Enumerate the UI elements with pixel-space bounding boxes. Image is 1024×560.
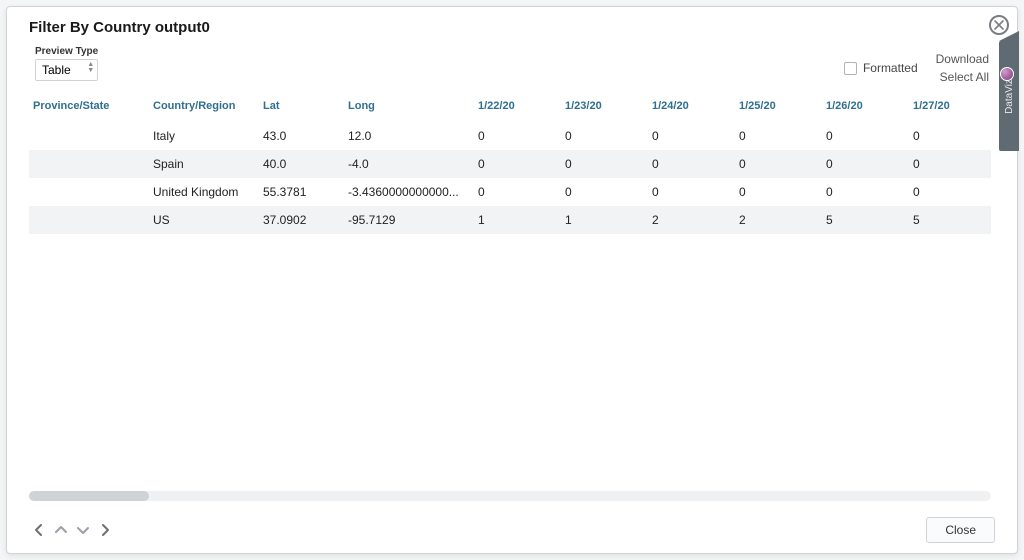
cell <box>29 150 149 178</box>
col-header[interactable]: Long <box>344 92 474 122</box>
cell: 0 <box>474 150 561 178</box>
col-header[interactable]: 1/23/20 <box>561 92 648 122</box>
cell: 37.0902 <box>259 206 344 234</box>
preview-type-value: Table <box>42 63 71 77</box>
preview-type-control: Preview Type Table ▲▼ <box>35 46 98 81</box>
cell: 5 <box>909 206 991 234</box>
table-area: Province/State Country/Region Lat Long 1… <box>29 92 991 501</box>
cell: 0 <box>909 178 991 206</box>
col-header[interactable]: Province/State <box>29 92 149 122</box>
cell: 43.0 <box>259 122 344 150</box>
download-link[interactable]: Download <box>936 52 989 66</box>
cell: 0 <box>909 122 991 150</box>
cell <box>29 122 149 150</box>
col-header[interactable]: 1/25/20 <box>735 92 822 122</box>
preview-type-label: Preview Type <box>35 46 98 57</box>
dataviz-side-label: DataViz <box>1004 79 1015 114</box>
table-scroll[interactable]: Province/State Country/Region Lat Long 1… <box>29 92 991 487</box>
dialog-title: Filter By Country output0 <box>29 19 995 36</box>
formatted-label: Formatted <box>863 61 918 75</box>
cell: 5 <box>822 206 909 234</box>
cell: 0 <box>474 178 561 206</box>
table-row[interactable]: Spain 40.0 -4.0 0 0 0 0 0 0 <box>29 150 991 178</box>
col-header[interactable]: 1/26/20 <box>822 92 909 122</box>
nav-next-icon[interactable] <box>95 520 115 540</box>
preview-type-select[interactable]: Table ▲▼ <box>35 59 98 81</box>
cell: -3.4360000000000... <box>344 178 474 206</box>
cell: 2 <box>648 206 735 234</box>
cell: -4.0 <box>344 150 474 178</box>
col-header[interactable]: 1/22/20 <box>474 92 561 122</box>
nav-down-icon[interactable] <box>73 520 93 540</box>
output-preview-dialog: DataViz Filter By Country output0 Previe… <box>6 6 1018 554</box>
cell: 2 <box>735 206 822 234</box>
cell: 0 <box>735 150 822 178</box>
col-header[interactable]: Country/Region <box>149 92 259 122</box>
cell: 0 <box>648 122 735 150</box>
col-header[interactable]: 1/27/20 <box>909 92 991 122</box>
table-row[interactable]: Italy 43.0 12.0 0 0 0 0 0 0 <box>29 122 991 150</box>
cell: 0 <box>648 178 735 206</box>
cell: -95.7129 <box>344 206 474 234</box>
cell: 0 <box>735 122 822 150</box>
data-table: Province/State Country/Region Lat Long 1… <box>29 92 991 234</box>
cell: 0 <box>822 178 909 206</box>
table-row[interactable]: US 37.0902 -95.7129 1 1 2 2 5 5 <box>29 206 991 234</box>
toolbar-right: Formatted Download Select All <box>844 52 989 84</box>
cell: 0 <box>474 122 561 150</box>
record-nav <box>29 520 115 540</box>
cell: Spain <box>149 150 259 178</box>
dataviz-side-tab[interactable]: DataViz <box>999 41 1019 151</box>
cell: United Kingdom <box>149 178 259 206</box>
cell: 55.3781 <box>259 178 344 206</box>
select-stepper-icon: ▲▼ <box>87 62 94 74</box>
table-header-row: Province/State Country/Region Lat Long 1… <box>29 92 991 122</box>
formatted-checkbox[interactable]: Formatted <box>844 61 918 75</box>
cell: 0 <box>909 150 991 178</box>
select-all-link[interactable]: Select All <box>940 70 989 84</box>
cell: 1 <box>561 206 648 234</box>
cell: 0 <box>822 150 909 178</box>
dataviz-indicator-icon <box>1000 67 1014 81</box>
dialog-footer: Close <box>29 501 995 543</box>
horizontal-scrollbar[interactable] <box>29 491 991 501</box>
cell: 1 <box>474 206 561 234</box>
cell: 0 <box>735 178 822 206</box>
cell: 12.0 <box>344 122 474 150</box>
cell: US <box>149 206 259 234</box>
table-row[interactable]: United Kingdom 55.3781 -3.4360000000000.… <box>29 178 991 206</box>
checkbox-box-icon <box>844 62 857 75</box>
col-header[interactable]: Lat <box>259 92 344 122</box>
cell <box>29 178 149 206</box>
cell: 0 <box>822 122 909 150</box>
cell: 40.0 <box>259 150 344 178</box>
close-button[interactable]: Close <box>926 517 995 543</box>
cell: 0 <box>561 178 648 206</box>
toolbar-links: Download Select All <box>936 52 989 84</box>
scrollbar-thumb[interactable] <box>29 491 149 501</box>
col-header[interactable]: 1/24/20 <box>648 92 735 122</box>
nav-prev-icon[interactable] <box>29 520 49 540</box>
cell: 0 <box>561 122 648 150</box>
cell: Italy <box>149 122 259 150</box>
cell: 0 <box>648 150 735 178</box>
cell <box>29 206 149 234</box>
toolbar: Preview Type Table ▲▼ Formatted Download… <box>29 46 989 84</box>
cell: 0 <box>561 150 648 178</box>
nav-up-icon[interactable] <box>51 520 71 540</box>
